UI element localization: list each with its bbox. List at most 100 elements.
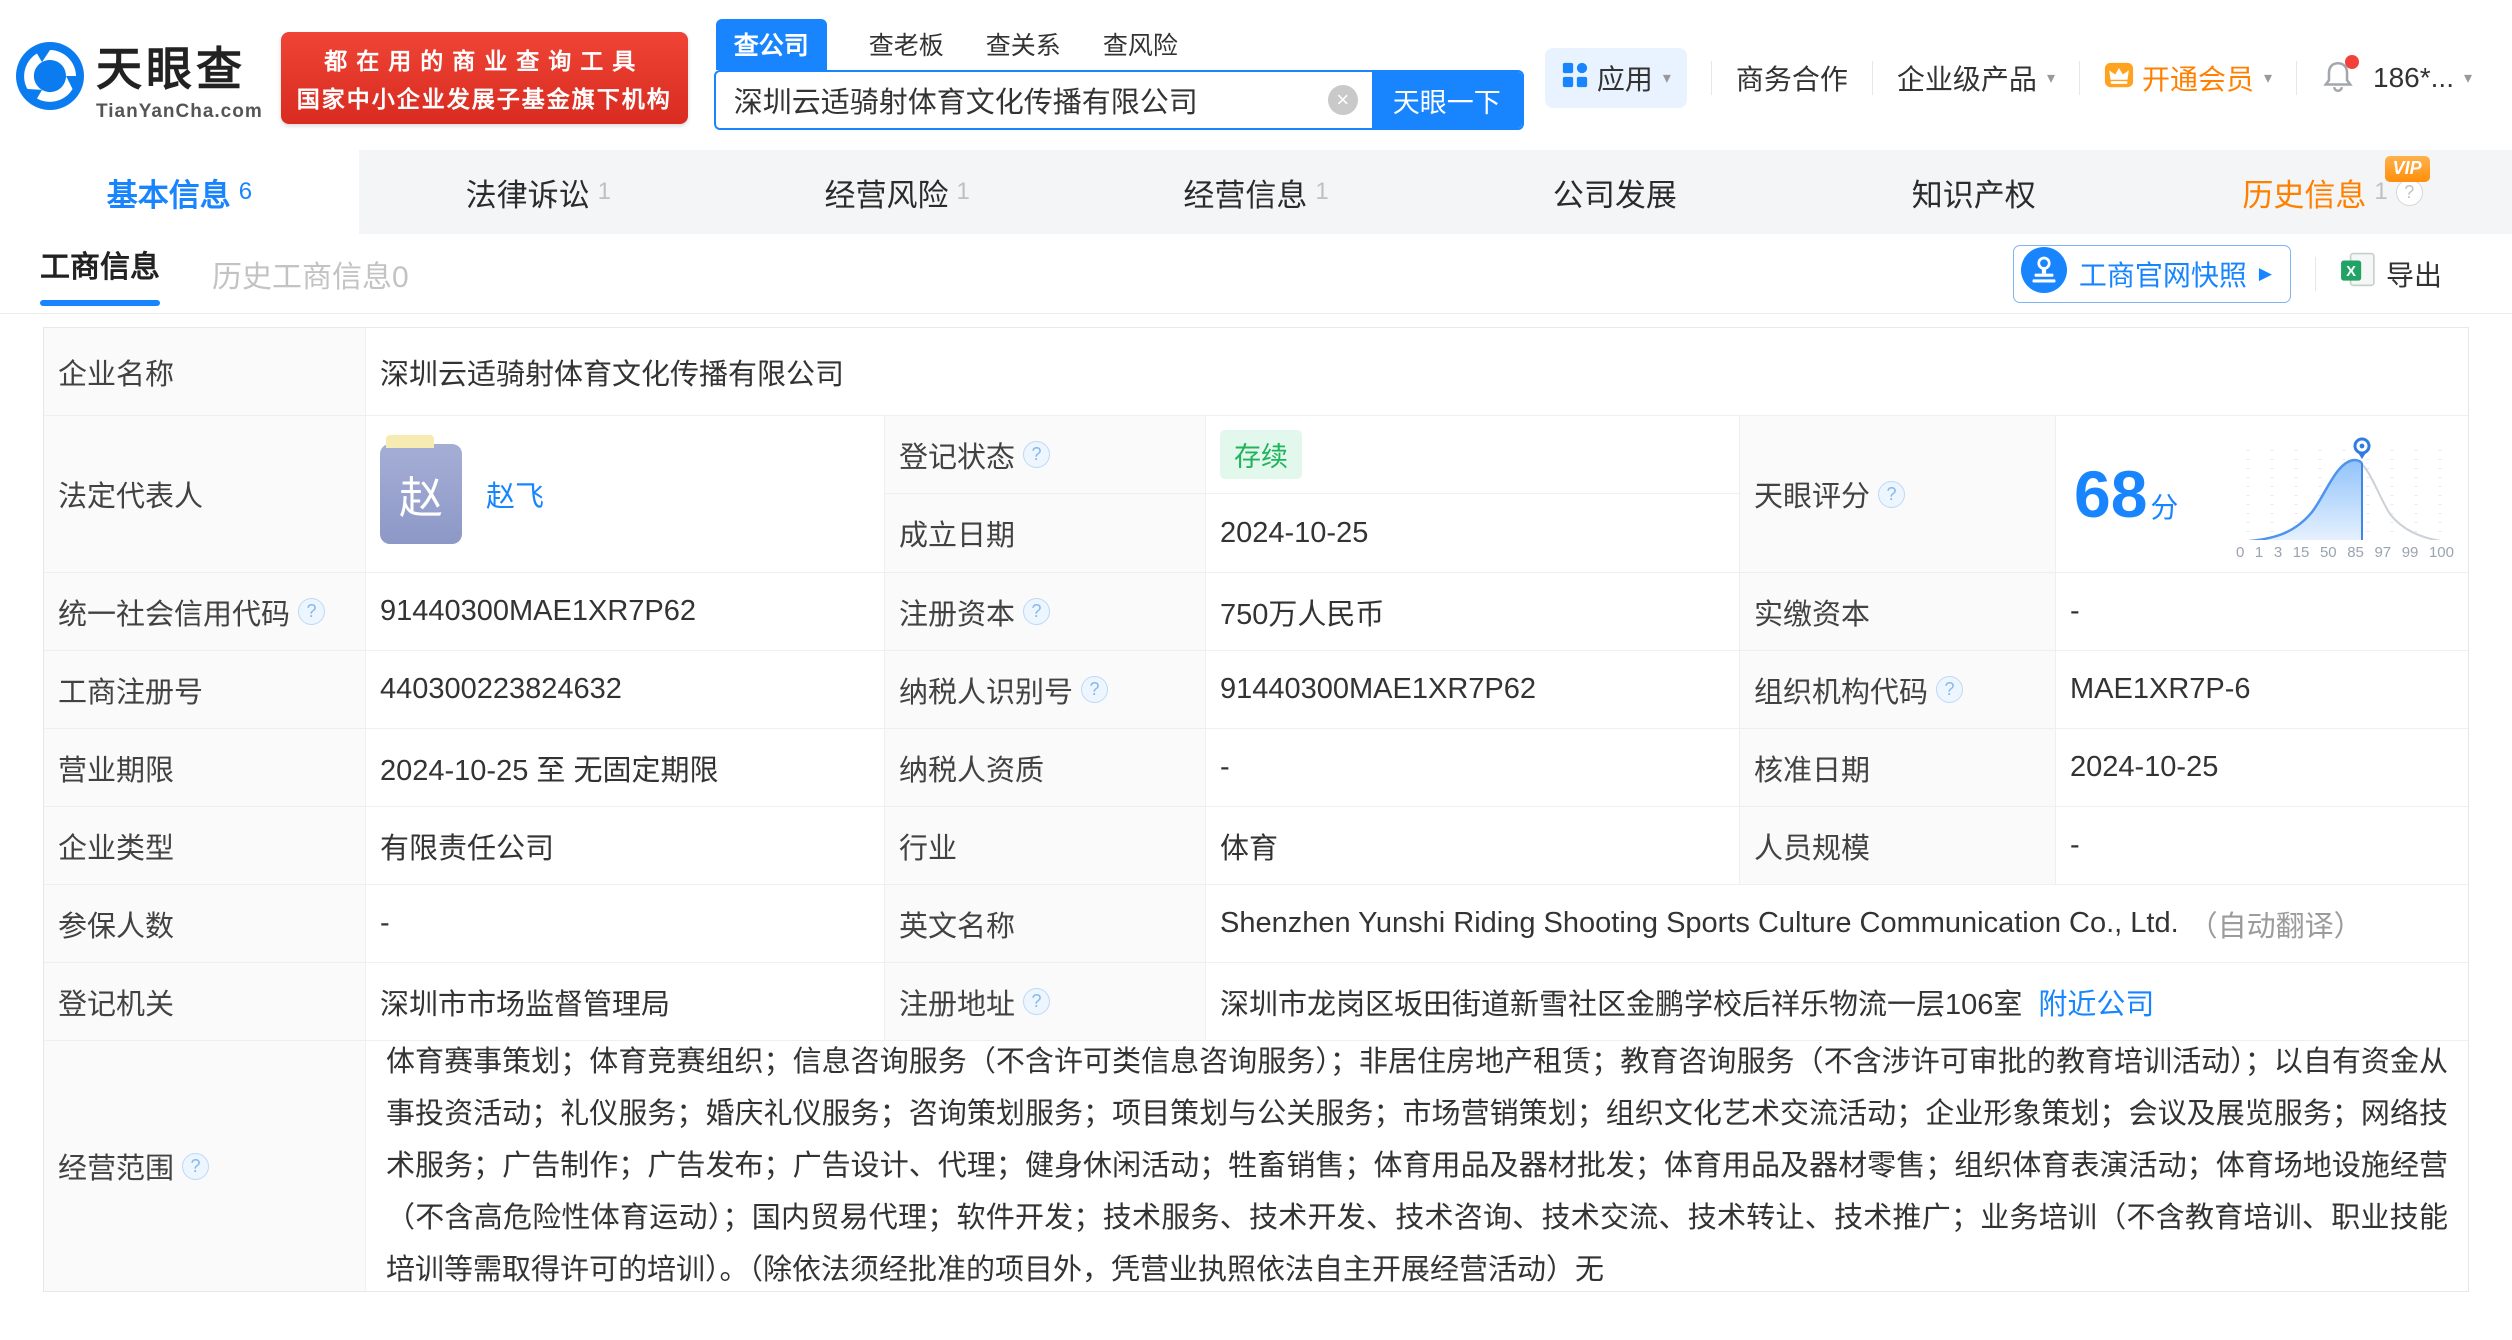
export-button[interactable]: X 导出 xyxy=(2340,252,2442,295)
nav-cooperation-label: 商务合作 xyxy=(1736,58,1848,98)
nav-open-vip-label: 开通会员 xyxy=(2142,58,2254,98)
notification-bell[interactable] xyxy=(2321,59,2355,98)
help-icon[interactable] xyxy=(1878,481,1905,508)
reg-number-label: 工商注册号 xyxy=(44,651,366,728)
active-underline xyxy=(40,300,160,306)
nav-cooperation[interactable]: 商务合作 xyxy=(1736,58,1848,98)
table-row: 法定代表人 赵 赵飞 登记状态 存续 成立日期 2024-10-25 xyxy=(44,416,2468,573)
banner-line1: 都在用的商业查询工具 xyxy=(297,42,672,76)
excel-icon: X xyxy=(2340,252,2376,295)
nav-account[interactable]: 186*... xyxy=(2373,62,2472,94)
help-icon[interactable] xyxy=(182,1153,209,1180)
tab-count: 1 xyxy=(2374,178,2387,206)
nearby-companies-link[interactable]: 附近公司 xyxy=(2038,981,2154,1023)
official-snapshot-button[interactable]: 工商官网快照 xyxy=(2013,245,2291,303)
nav-open-vip[interactable]: 开通会员 xyxy=(2104,58,2272,98)
tab-count: 1 xyxy=(598,178,611,206)
table-row: 营业期限 2024-10-25 至 无固定期限 纳税人资质 - 核准日期 202… xyxy=(44,729,2468,807)
header-nav: 应用 商务合作 企业级产品 开通会员 xyxy=(1545,48,2472,108)
tab-legal-litigation[interactable]: 法律诉讼 1 xyxy=(359,150,718,234)
logo-subtitle: TianYanCha.com xyxy=(96,101,263,123)
tab-label: 经营风险 xyxy=(824,170,948,215)
establish-date-value: 2024-10-25 xyxy=(1206,494,1739,572)
tab-count: 6 xyxy=(239,178,252,206)
clear-search-icon[interactable] xyxy=(1328,85,1358,115)
insured-count-label: 参保人数 xyxy=(44,885,366,962)
legal-rep-avatar[interactable]: 赵 xyxy=(380,444,462,544)
company-type-label: 企业类型 xyxy=(44,807,366,884)
tab-intellectual-property[interactable]: 知识产权 xyxy=(1794,150,2153,234)
score-distribution-chart: 0131550859799100 xyxy=(2236,428,2454,561)
help-icon[interactable] xyxy=(1023,441,1050,468)
english-name-value: Shenzhen Yunshi Riding Shooting Sports C… xyxy=(1220,907,2179,940)
nav-apps[interactable]: 应用 xyxy=(1545,48,1687,108)
industry-label: 行业 xyxy=(885,807,1206,884)
reg-status-cell: 存续 xyxy=(1206,416,1739,493)
table-row: 工商注册号 440300223824632 纳税人识别号 91440300MAE… xyxy=(44,651,2468,729)
crown-icon xyxy=(2104,60,2134,97)
tab-operation-info[interactable]: 经营信息 1 xyxy=(1077,150,1436,234)
promo-banner: 都在用的商业查询工具 国家中小企业发展子基金旗下机构 xyxy=(281,32,688,124)
banner-line2: 国家中小企业发展子基金旗下机构 xyxy=(297,80,672,114)
reg-authority-label: 登记机关 xyxy=(44,963,366,1040)
search-tab-relation[interactable]: 查关系 xyxy=(986,26,1061,70)
insured-count-value: - xyxy=(366,885,885,962)
english-name-cell: Shenzhen Yunshi Riding Shooting Sports C… xyxy=(1206,885,2468,962)
business-scope-value: 体育赛事策划；体育竞赛组织；信息咨询服务（不含许可类信息咨询服务）；非居住房地产… xyxy=(386,1036,2448,1296)
search-input[interactable] xyxy=(734,84,1328,117)
help-icon[interactable] xyxy=(1023,988,1050,1015)
search-tab-boss[interactable]: 查老板 xyxy=(869,26,944,70)
avatar-ribbon xyxy=(386,435,434,448)
tab-company-development[interactable]: 公司发展 xyxy=(1435,150,1794,234)
credit-code-value: 91440300MAE1XR7P62 xyxy=(366,573,885,650)
score-unit: 分 xyxy=(2150,486,2178,526)
tab-history-info[interactable]: VIP 历史信息 1 xyxy=(2153,150,2512,234)
subtab-business-info[interactable]: 工商信息 xyxy=(40,242,160,306)
vip-badge: VIP xyxy=(2385,156,2430,182)
tab-operation-risk[interactable]: 经营风险 1 xyxy=(718,150,1077,234)
subtab-history-business-info[interactable]: 历史工商信息0 xyxy=(212,252,409,296)
help-icon[interactable] xyxy=(1081,676,1108,703)
help-icon[interactable] xyxy=(1023,598,1050,625)
auto-translate-note: （自动翻译） xyxy=(2189,903,2363,945)
tab-basic-info[interactable]: 基本信息 6 xyxy=(0,150,359,234)
subtab-row: 工商信息 历史工商信息0 工商官网快照 xyxy=(0,234,2512,314)
divider xyxy=(2079,61,2080,95)
chevron-down-icon xyxy=(2264,68,2272,88)
tab-label: 知识产权 xyxy=(1912,170,2036,215)
divider xyxy=(2296,61,2297,95)
search-tab-risk[interactable]: 查风险 xyxy=(1103,26,1178,70)
notification-dot xyxy=(2345,55,2359,69)
help-icon[interactable] xyxy=(2396,179,2423,206)
stamp-icon xyxy=(2021,247,2067,300)
search-button[interactable]: 天眼一下 xyxy=(1372,72,1522,128)
tab-label: 历史信息 xyxy=(2242,170,2366,215)
paid-capital-value: - xyxy=(2056,573,2468,650)
approval-date-value: 2024-10-25 xyxy=(2056,729,2468,806)
tab-count: 1 xyxy=(1315,178,1328,206)
avatar-char: 赵 xyxy=(399,462,443,526)
table-row: 经营范围 体育赛事策划；体育竞赛组织；信息咨询服务（不含许可类信息咨询服务）；非… xyxy=(44,1041,2468,1291)
tab-count: 1 xyxy=(956,178,969,206)
reg-address-value: 深圳市龙岗区坂田街道新雪社区金鹏学校后祥乐物流一层106室 xyxy=(1220,981,2022,1023)
search-tab-company[interactable]: 查公司 xyxy=(716,19,827,70)
help-icon[interactable] xyxy=(298,598,325,625)
reg-address-label: 注册地址 xyxy=(885,963,1206,1040)
label-text: 天眼评分 xyxy=(1754,473,1870,515)
tianyancha-logo[interactable]: 天眼查 TianYanCha.com xyxy=(14,33,263,123)
table-row: 统一社会信用代码 91440300MAE1XR7P62 注册资本 750万人民币… xyxy=(44,573,2468,651)
tab-label: 基本信息 xyxy=(107,170,231,215)
search-tabs: 查公司 查老板 查关系 查风险 xyxy=(714,26,1524,70)
export-label: 导出 xyxy=(2386,254,2442,294)
main-tabbar: 基本信息 6 法律诉讼 1 经营风险 1 经营信息 1 公司发展 知识产权 VI… xyxy=(0,150,2512,234)
help-icon[interactable] xyxy=(1936,676,1963,703)
reg-number-value: 440300223824632 xyxy=(366,651,885,728)
tab-label: 法律诉讼 xyxy=(466,170,590,215)
legal-rep-link[interactable]: 赵飞 xyxy=(486,473,544,515)
reg-address-cell: 深圳市龙岗区坂田街道新雪社区金鹏学校后祥乐物流一层106室 附近公司 xyxy=(1206,963,2468,1040)
score-label: 天眼评分 xyxy=(1740,416,2056,572)
chevron-down-icon xyxy=(2464,68,2472,88)
nav-apps-label: 应用 xyxy=(1597,58,1653,98)
nav-enterprise[interactable]: 企业级产品 xyxy=(1897,58,2055,98)
legal-rep-cell: 赵 赵飞 xyxy=(366,416,885,572)
